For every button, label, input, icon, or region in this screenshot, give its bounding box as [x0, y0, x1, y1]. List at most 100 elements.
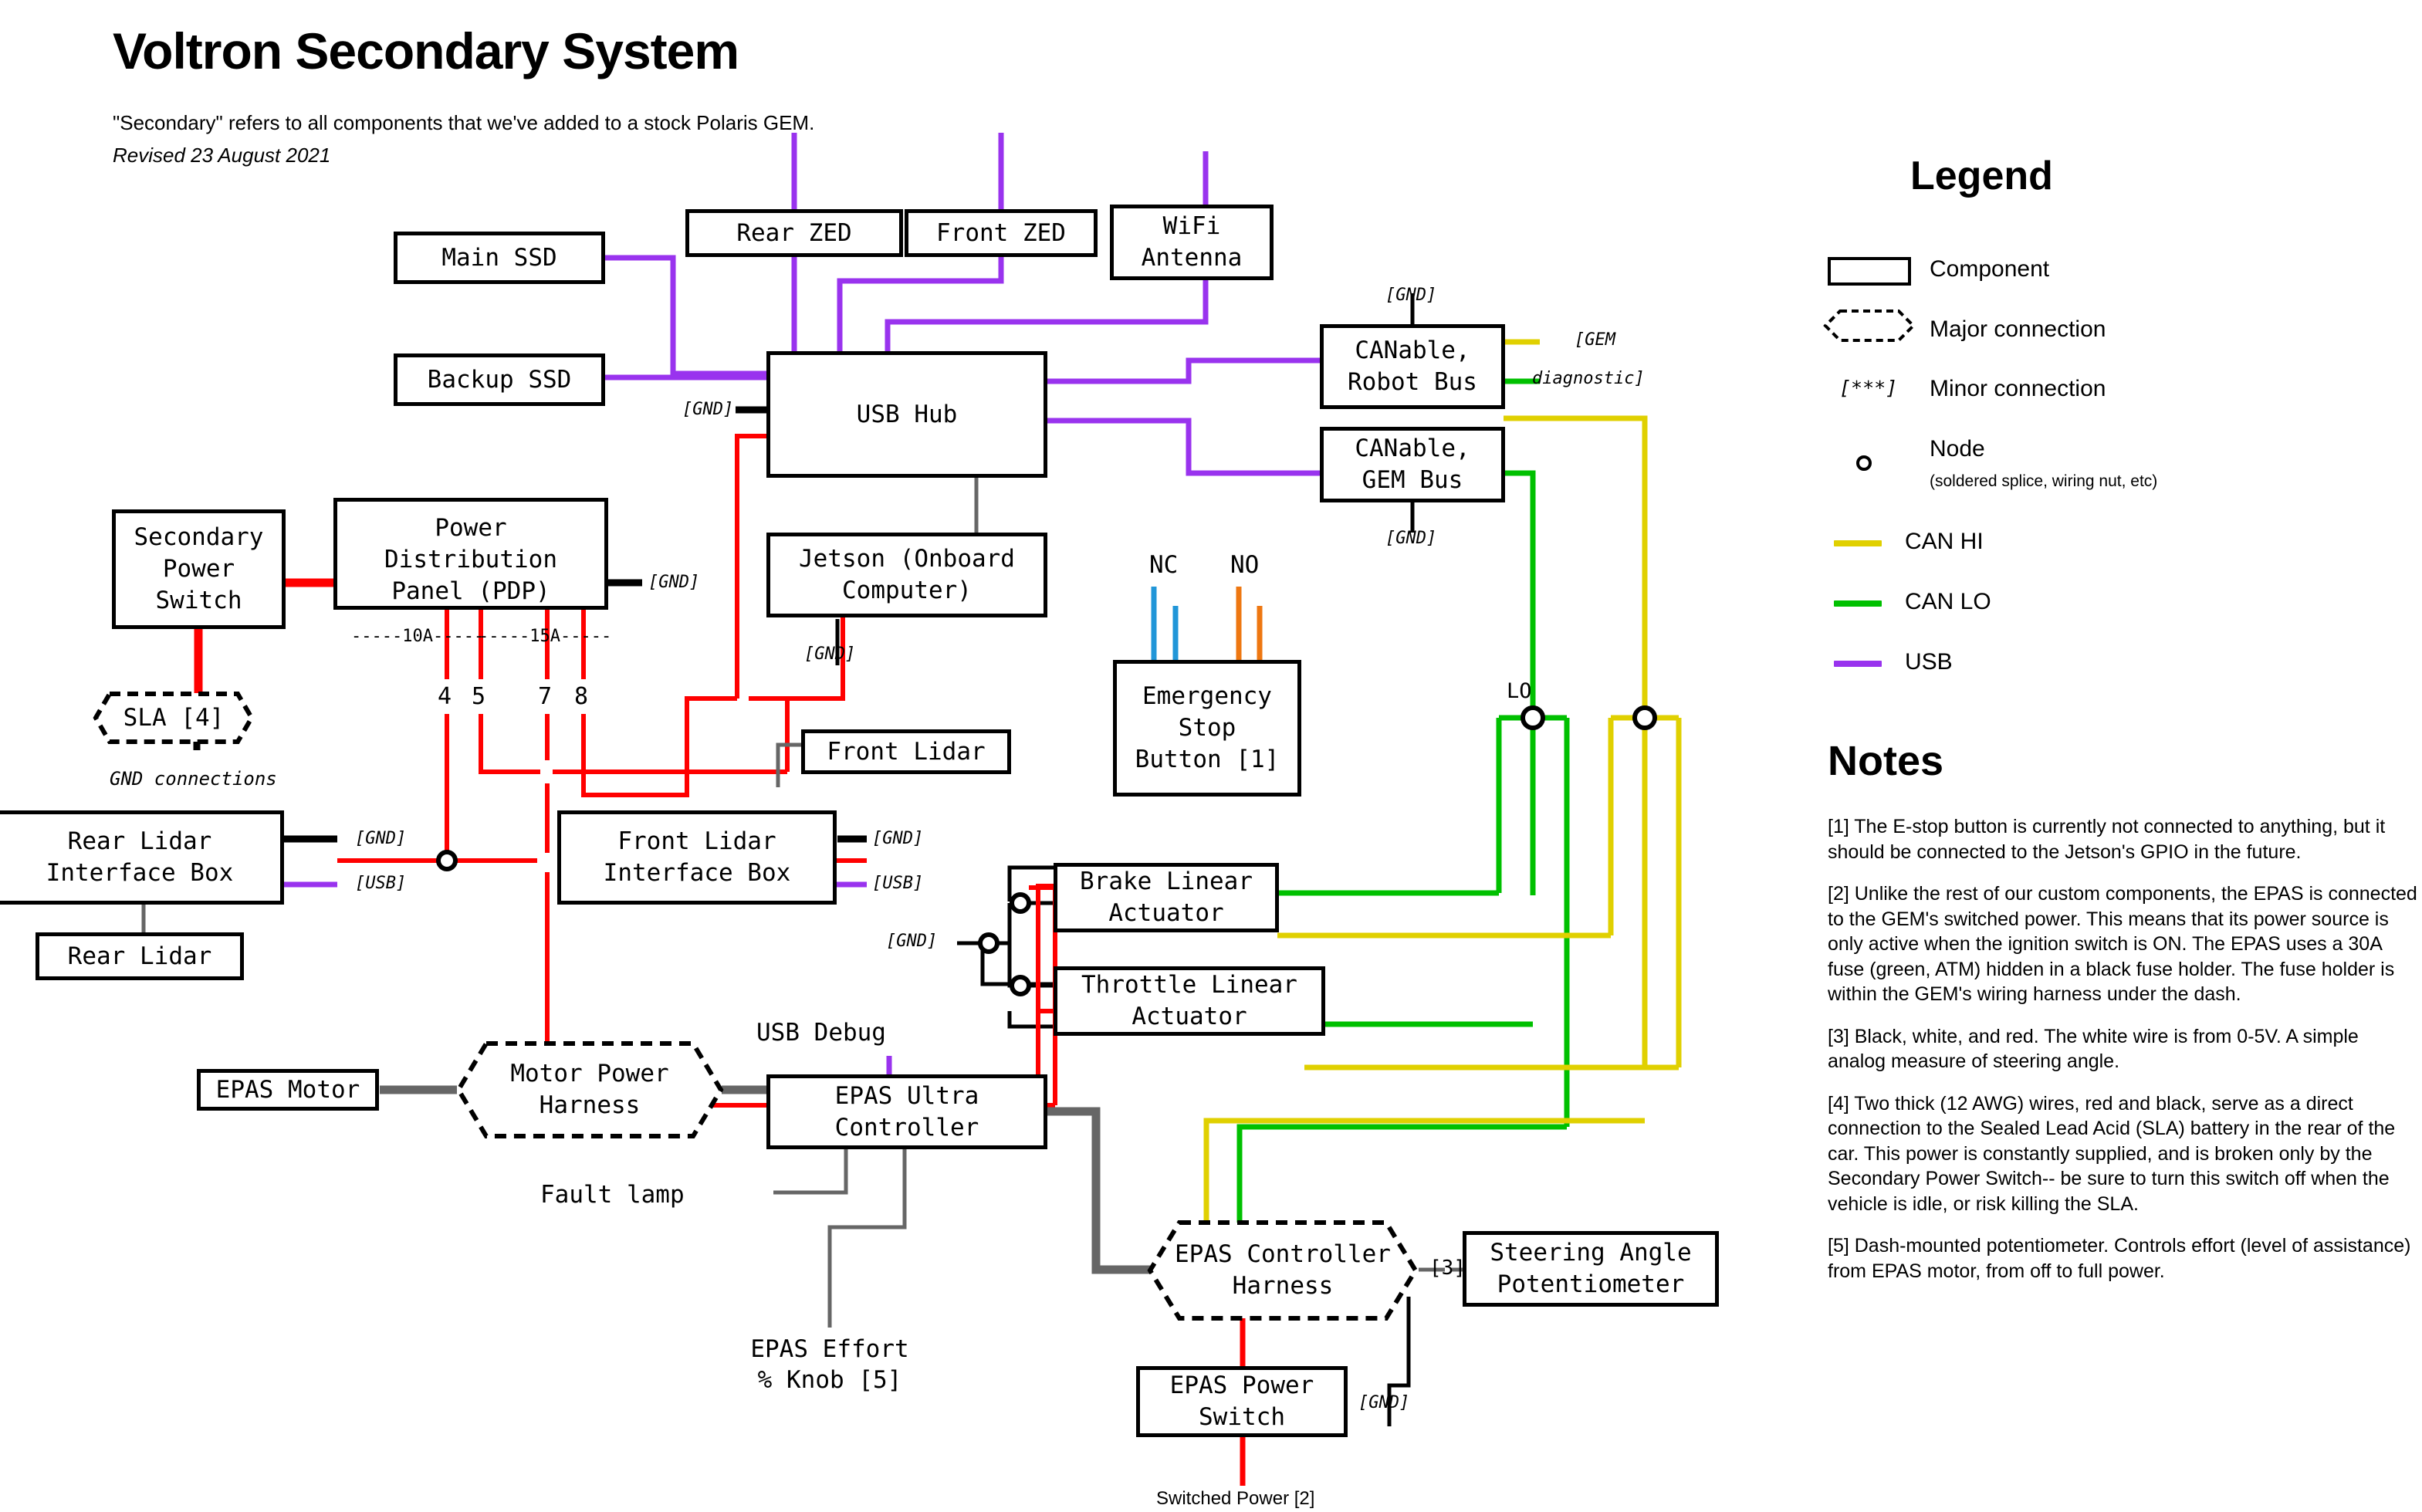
component-canable-robot-bus[interactable]: CANable, Robot Bus — [1320, 324, 1505, 409]
component-label: Brake Linear Actuator — [1080, 868, 1253, 927]
component-label: Front Lidar — [827, 737, 986, 766]
usb-tag-rear-lidar-ib: [USB] — [355, 874, 407, 893]
component-label: Rear ZED — [736, 218, 852, 247]
component-label: Rear Lidar — [67, 942, 212, 970]
gnd-tag-canable-gem: [GND] — [1385, 529, 1437, 548]
component-label: Throttle Linear Actuator — [1081, 971, 1297, 1030]
gnd-tag-pdp: [GND] — [648, 573, 700, 592]
note-item: [4] Two thick (12 AWG) wires, red and bl… — [1828, 1092, 2396, 1215]
legend-label-minor-connection: Minor connection — [1930, 376, 2106, 401]
estop-wires — [1151, 587, 1263, 660]
harness-label: Motor Power Harness — [510, 1060, 669, 1119]
harness-sla[interactable]: SLA [4] — [93, 691, 255, 745]
notes-title: Notes — [1828, 738, 1944, 784]
component-label: CANable, Robot Bus — [1348, 337, 1477, 396]
component-steering-angle-potentiometer[interactable]: Steering Angle Potentiometer — [1463, 1231, 1719, 1307]
harness-label: SLA [4] — [123, 703, 225, 732]
harness-epas-controller[interactable]: EPAS Controller Harness — [1147, 1219, 1419, 1321]
note-item: [2] Unlike the rest of our custom compon… — [1828, 883, 2417, 1005]
component-backup-ssd[interactable]: Backup SSD — [394, 353, 605, 406]
component-jetson[interactable]: Jetson (Onboard Computer) — [766, 533, 1047, 617]
component-usb-hub[interactable]: USB Hub — [766, 351, 1047, 478]
component-canable-gem-bus[interactable]: CANable, GEM Bus — [1320, 427, 1505, 502]
gnd-tag-rear-lidar-ib: [GND] — [355, 829, 407, 848]
usb-debug-label: USB Debug — [756, 1019, 886, 1047]
can-lo-wires — [1236, 378, 1570, 1289]
epas-effort-knob-label: EPAS Effort % Knob [5] — [750, 1335, 909, 1395]
legend-can-hi-swatch — [1834, 540, 1882, 546]
harness-motor-power[interactable]: Motor Power Harness — [455, 1040, 724, 1139]
legend-label-usb: USB — [1905, 649, 1953, 675]
component-label: EPAS Ultra Controller — [834, 1081, 979, 1142]
switched-power-label: Switched Power [2] — [1156, 1488, 1315, 1509]
gnd-tag-actuators: [GND] — [886, 932, 938, 951]
component-secondary-power-switch[interactable]: Secondary Power Switch — [112, 509, 286, 629]
legend-label-node: Node — [1930, 436, 1985, 462]
pdp-port-5-label: 5 — [472, 683, 486, 710]
page-subtitle: "Secondary" refers to all components tha… — [113, 111, 815, 134]
component-label: USB Hub — [856, 400, 958, 428]
component-epas-power-switch[interactable]: EPAS Power Switch — [1136, 1366, 1348, 1437]
component-label: Power Distribution Panel (PDP) — [384, 514, 557, 605]
component-main-ssd[interactable]: Main SSD — [394, 232, 605, 284]
component-throttle-linear-actuator[interactable]: Throttle Linear Actuator — [1054, 966, 1325, 1036]
note-item: [5] Dash-mounted potentiometer. Controls… — [1828, 1235, 2411, 1282]
component-front-lidar[interactable]: Front Lidar — [801, 729, 1011, 774]
component-label: Emergency Stop Button [1] — [1135, 682, 1280, 773]
component-brake-linear-actuator[interactable]: Brake Linear Actuator — [1054, 863, 1279, 932]
fault-lamp-label: Fault lamp — [540, 1181, 685, 1209]
component-pdp[interactable]: Power Distribution Panel (PDP) — [333, 498, 608, 610]
legend-usb-swatch — [1834, 661, 1882, 667]
component-label: Jetson (Onboard Computer) — [799, 545, 1015, 604]
usb-tag-front-lidar-ib: [USB] — [872, 874, 924, 893]
pdp-port-7-label: 7 — [538, 683, 553, 710]
component-label: Front ZED — [936, 218, 1066, 247]
legend-node-swatch — [1856, 455, 1872, 471]
note-item: [3] Black, white, and red. The white wir… — [1828, 1025, 2359, 1073]
gem-diagnostic-tag-line1: [GEM — [1575, 330, 1615, 350]
can-lo-label: LO — [1507, 679, 1532, 703]
harness-label: EPAS Controller Harness — [1175, 1240, 1391, 1300]
revision-date: Revised 23 August 2021 — [113, 144, 331, 167]
component-label: Secondary Power Switch — [134, 523, 264, 614]
power-actuator-feeds — [1036, 884, 1055, 1105]
note-item: [1] The E-stop button is currently not c… — [1828, 816, 2386, 863]
gem-diagnostic-tag-line2: diagnostic] — [1532, 369, 1645, 388]
gnd-tag-front-lidar-ib: [GND] — [872, 829, 924, 848]
legend-major-connection-swatch — [1823, 309, 1916, 343]
component-front-zed[interactable]: Front ZED — [905, 209, 1098, 257]
component-rear-zed[interactable]: Rear ZED — [685, 209, 903, 257]
legend-label-major-connection: Major connection — [1930, 316, 2106, 342]
estop-nc-label: NC — [1149, 551, 1179, 579]
component-label: Front Lidar Interface Box — [603, 827, 791, 887]
component-rear-lidar[interactable]: Rear Lidar — [36, 932, 244, 980]
page-title: Voltron Secondary System — [113, 22, 739, 79]
pdp-port-4-label: 4 — [438, 683, 452, 710]
component-front-lidar-interface-box[interactable]: Front Lidar Interface Box — [557, 810, 837, 905]
component-wifi-antenna[interactable]: WiFi Antenna — [1110, 205, 1274, 280]
component-epas-ultra-controller[interactable]: EPAS Ultra Controller — [766, 1074, 1047, 1149]
pdp-port-8-label: 8 — [574, 683, 589, 710]
component-label: EPAS Power Switch — [1169, 1372, 1314, 1431]
component-emergency-stop-button[interactable]: Emergency Stop Button [1] — [1113, 660, 1301, 797]
component-rear-lidar-interface-box[interactable]: Rear Lidar Interface Box — [0, 810, 284, 905]
gnd-tag-jetson: [GND] — [804, 644, 856, 664]
component-label: EPAS Motor — [215, 1075, 360, 1104]
component-epas-motor[interactable]: EPAS Motor — [197, 1069, 379, 1111]
legend-label-component: Component — [1930, 256, 2050, 282]
gnd-tag-usb-hub: [GND] — [682, 400, 734, 419]
component-label: WiFi Antenna — [1141, 212, 1243, 272]
actuator-ground-bus — [957, 901, 1055, 986]
legend-component-swatch — [1828, 257, 1911, 286]
gnd-tag-epas-harness: [GND] — [1358, 1393, 1410, 1412]
component-label: Steering Angle Potentiometer — [1490, 1239, 1692, 1298]
legend-label-can-lo: CAN LO — [1905, 589, 1991, 614]
notes-body: [1] The E-stop button is currently not c… — [1828, 814, 2417, 1301]
estop-no-label: NO — [1230, 551, 1260, 579]
component-label: Rear Lidar Interface Box — [46, 827, 234, 887]
component-label: Backup SSD — [427, 365, 572, 394]
gnd-connections-label: GND connections — [110, 768, 277, 790]
note-ref-3: [3] — [1429, 1257, 1466, 1280]
component-label: Main SSD — [441, 243, 557, 272]
legend-label-can-hi: CAN HI — [1905, 529, 1984, 554]
